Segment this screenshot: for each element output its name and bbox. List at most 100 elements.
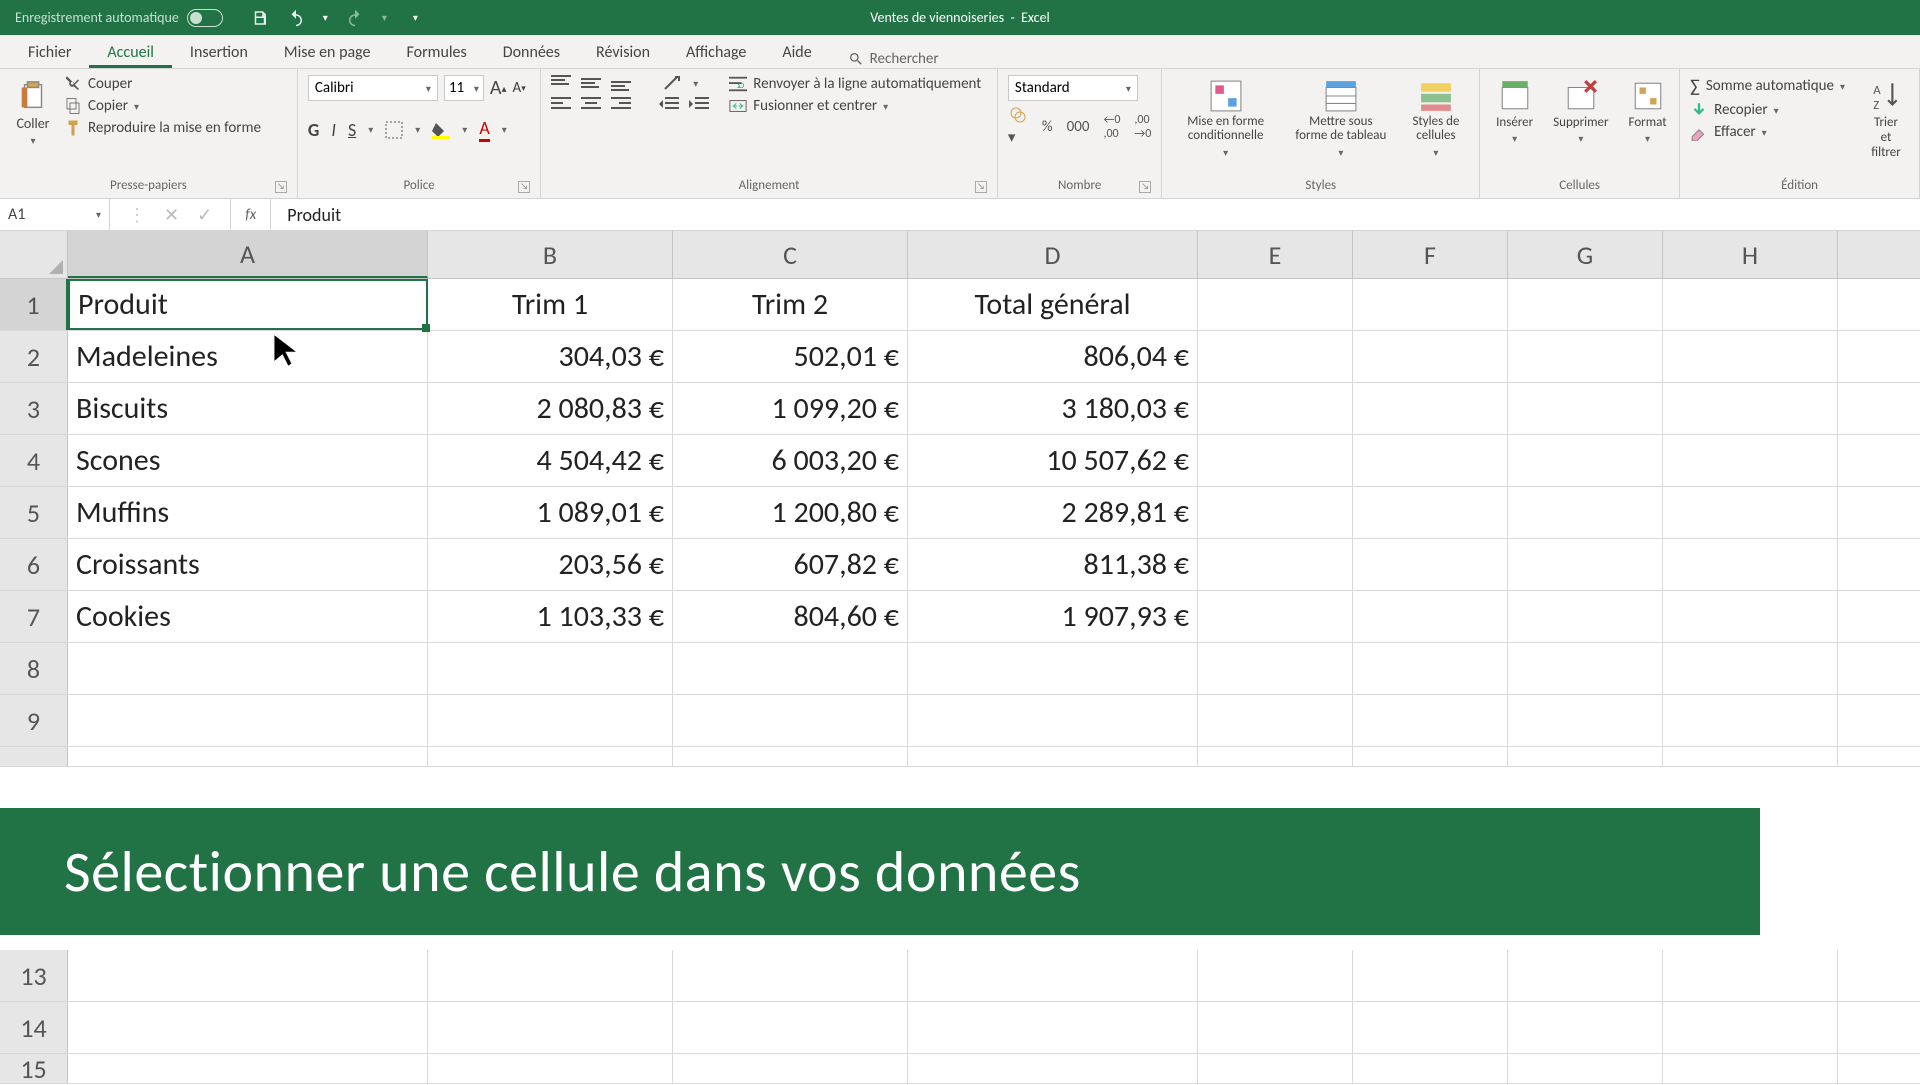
row-header-9[interactable]: 9 xyxy=(0,695,68,746)
col-header-f[interactable]: F xyxy=(1353,231,1508,278)
tab-revision[interactable]: Révision xyxy=(578,35,668,68)
cell-d3[interactable]: 3 180,03 € xyxy=(908,383,1198,434)
cell-c1[interactable]: Trim 2 xyxy=(673,279,908,330)
fx-label[interactable]: fx xyxy=(231,199,271,230)
cell-h1[interactable] xyxy=(1663,279,1838,330)
tell-me-search[interactable]: Rechercher xyxy=(848,50,939,68)
row-header-13[interactable]: 13 xyxy=(0,950,68,1001)
format-cells-button[interactable]: Format▾ xyxy=(1623,75,1673,149)
cell-b4[interactable]: 4 504,42 € xyxy=(428,435,673,486)
border-button[interactable] xyxy=(385,121,403,139)
cell-e1[interactable] xyxy=(1198,279,1353,330)
dialog-launcher-icon[interactable]: ↘ xyxy=(275,181,287,193)
cell-b3[interactable]: 2 080,83 € xyxy=(428,383,673,434)
enter-icon[interactable]: ✓ xyxy=(197,204,212,226)
cell-c5[interactable]: 1 200,80 € xyxy=(673,487,908,538)
increase-indent-icon[interactable] xyxy=(689,97,709,113)
number-format-select[interactable]: Standard▾ xyxy=(1008,75,1138,101)
row-header-6[interactable]: 6 xyxy=(0,539,68,590)
decrease-font-icon[interactable]: A▾ xyxy=(513,79,526,97)
cell-a6[interactable]: Croissants xyxy=(68,539,428,590)
autosum-button[interactable]: ∑Somme automatique ▾ xyxy=(1690,75,1845,97)
conditional-format-button[interactable]: Mise en forme conditionnelle▾ xyxy=(1172,75,1279,163)
save-icon[interactable] xyxy=(251,9,269,27)
undo-caret[interactable]: ▾ xyxy=(323,11,328,24)
cell-a4[interactable]: Scones xyxy=(68,435,428,486)
col-header-c[interactable]: C xyxy=(673,231,908,278)
cell-c7[interactable]: 804,60 € xyxy=(673,591,908,642)
align-top-icon[interactable] xyxy=(551,75,571,91)
cell-c6[interactable]: 607,82 € xyxy=(673,539,908,590)
tab-formules[interactable]: Formules xyxy=(389,35,485,68)
col-header-g[interactable]: G xyxy=(1508,231,1663,278)
cell-d6[interactable]: 811,38 € xyxy=(908,539,1198,590)
bold-button[interactable]: G xyxy=(308,119,319,141)
cell-b2[interactable]: 304,03 € xyxy=(428,331,673,382)
accounting-button[interactable]: ▾ xyxy=(1008,107,1028,147)
cell-a1[interactable]: Produit xyxy=(68,279,428,330)
tab-donnees[interactable]: Données xyxy=(485,35,578,68)
spreadsheet-grid[interactable]: A B C D E F G H 1 Produit Trim 1 Trim 2 … xyxy=(0,231,1920,767)
paste-button[interactable]: Coller ▾ xyxy=(10,75,56,151)
formula-input[interactable]: Produit xyxy=(271,204,1920,226)
align-right-icon[interactable] xyxy=(611,97,631,113)
col-header-d[interactable]: D xyxy=(908,231,1198,278)
orientation-icon[interactable] xyxy=(663,75,683,91)
cell-styles-button[interactable]: Styles de cellules▾ xyxy=(1403,75,1469,163)
font-name-select[interactable]: Calibri▾ xyxy=(308,75,438,101)
decrease-indent-icon[interactable] xyxy=(659,97,679,113)
sort-filter-button[interactable]: AZTrier et filtrer xyxy=(1863,75,1909,164)
fill-color-button[interactable] xyxy=(432,121,450,139)
format-painter-button[interactable]: Reproduire la mise en forme xyxy=(64,119,261,137)
align-bottom-icon[interactable] xyxy=(611,75,631,91)
name-box[interactable]: A1▾ xyxy=(0,199,110,230)
cell-d4[interactable]: 10 507,62 € xyxy=(908,435,1198,486)
copy-button[interactable]: Copier ▾ xyxy=(64,97,261,115)
row-header-1[interactable]: 1 xyxy=(0,279,68,330)
insert-cells-button[interactable]: Insérer▾ xyxy=(1490,75,1539,149)
cell-a7[interactable]: Cookies xyxy=(68,591,428,642)
autosave-toggle[interactable]: Enregistrement automatique xyxy=(15,9,223,27)
redo-icon[interactable] xyxy=(346,9,364,27)
wrap-text-button[interactable]: Renvoyer à la ligne automatiquement xyxy=(729,75,981,93)
row-header-5[interactable]: 5 xyxy=(0,487,68,538)
increase-font-icon[interactable]: A▴ xyxy=(490,76,507,100)
clear-button[interactable]: Effacer ▾ xyxy=(1690,123,1845,141)
dialog-launcher-icon[interactable]: ↘ xyxy=(518,181,530,193)
percent-button[interactable]: % xyxy=(1042,118,1053,136)
cell-a3[interactable]: Biscuits xyxy=(68,383,428,434)
merge-center-button[interactable]: Fusionner et centrer ▾ xyxy=(729,97,981,115)
font-size-select[interactable]: 11▾ xyxy=(444,75,484,101)
toggle-switch[interactable] xyxy=(187,9,223,27)
cell-a5[interactable]: Muffins xyxy=(68,487,428,538)
tab-accueil[interactable]: Accueil xyxy=(89,35,172,68)
tab-affichage[interactable]: Affichage xyxy=(668,35,764,68)
cell-b1[interactable]: Trim 1 xyxy=(428,279,673,330)
cell-d2[interactable]: 806,04 € xyxy=(908,331,1198,382)
cell-b6[interactable]: 203,56 € xyxy=(428,539,673,590)
cell-b7[interactable]: 1 103,33 € xyxy=(428,591,673,642)
cell-g1[interactable] xyxy=(1508,279,1663,330)
align-middle-icon[interactable] xyxy=(581,75,601,91)
cell-c3[interactable]: 1 099,20 € xyxy=(673,383,908,434)
dialog-launcher-icon[interactable]: ↘ xyxy=(1139,181,1151,193)
col-header-e[interactable]: E xyxy=(1198,231,1353,278)
cell-c2[interactable]: 502,01 € xyxy=(673,331,908,382)
format-table-button[interactable]: Mettre sous forme de tableau▾ xyxy=(1287,75,1395,163)
align-left-icon[interactable] xyxy=(551,97,571,113)
tab-insertion[interactable]: Insertion xyxy=(172,35,266,68)
cell-a2[interactable]: Madeleines xyxy=(68,331,428,382)
row-header-2[interactable]: 2 xyxy=(0,331,68,382)
tab-aide[interactable]: Aide xyxy=(764,35,829,68)
row-header-4[interactable]: 4 xyxy=(0,435,68,486)
fill-button[interactable]: Recopier ▾ xyxy=(1690,101,1845,119)
dialog-launcher-icon[interactable]: ↘ xyxy=(975,181,987,193)
redo-caret[interactable]: ▾ xyxy=(382,11,387,24)
row-header-8[interactable]: 8 xyxy=(0,643,68,694)
row-header-7[interactable]: 7 xyxy=(0,591,68,642)
cancel-icon[interactable]: ✕ xyxy=(164,204,179,226)
comma-button[interactable]: 000 xyxy=(1067,118,1090,136)
delete-cells-button[interactable]: Supprimer▾ xyxy=(1547,75,1614,149)
col-header-h[interactable]: H xyxy=(1663,231,1838,278)
qat-customize-caret[interactable]: ▾ xyxy=(413,11,418,24)
